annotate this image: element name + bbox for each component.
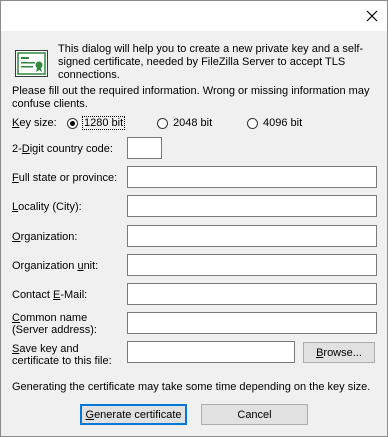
- radio-icon: [247, 117, 258, 129]
- country-code-label: 2-Digit country code:: [12, 143, 113, 155]
- organization-label: Organization:: [12, 231, 78, 243]
- common-name-input[interactable]: [127, 312, 377, 334]
- key-file-label: Save key and certificate to this file:: [12, 343, 112, 367]
- state-input[interactable]: [127, 166, 377, 188]
- browse-button[interactable]: Browse...: [303, 342, 375, 363]
- email-input[interactable]: [127, 283, 377, 305]
- common-name-label: Common name (Server address):: [12, 312, 97, 336]
- org-unit-label: Organization unit:: [12, 260, 99, 272]
- cancel-button[interactable]: Cancel: [201, 404, 308, 425]
- radio-4096-bit[interactable]: 4096 bit: [247, 116, 302, 130]
- close-icon: [366, 10, 378, 22]
- certificate-icon: [15, 50, 48, 77]
- generation-note: Generating the certificate may take some…: [12, 381, 371, 393]
- radio-selected-icon: [67, 117, 78, 129]
- instructions-text: Please fill out the required information…: [12, 85, 370, 110]
- state-label: Full state or province:: [12, 172, 118, 184]
- country-code-input[interactable]: [127, 137, 162, 159]
- intro-text: This dialog will help you to create a ne…: [58, 43, 364, 81]
- locality-input[interactable]: [127, 195, 377, 217]
- locality-label: Locality (City):: [12, 201, 82, 213]
- close-button[interactable]: [357, 1, 387, 31]
- generate-certificate-dialog: This dialog will help you to create a ne…: [0, 0, 388, 437]
- organization-input[interactable]: [127, 225, 377, 247]
- radio-2048-bit[interactable]: 2048 bit: [157, 116, 212, 130]
- key-file-input[interactable]: [127, 341, 295, 363]
- email-label: Contact E-Mail:: [12, 289, 88, 301]
- radio-1280-bit[interactable]: 1280 bit: [67, 116, 126, 130]
- generate-certificate-button[interactable]: Generate certificate: [80, 404, 187, 425]
- radio-icon: [157, 117, 168, 129]
- org-unit-input[interactable]: [127, 254, 377, 276]
- title-bar: [1, 1, 387, 31]
- key-size-label: Key size:: [12, 117, 57, 129]
